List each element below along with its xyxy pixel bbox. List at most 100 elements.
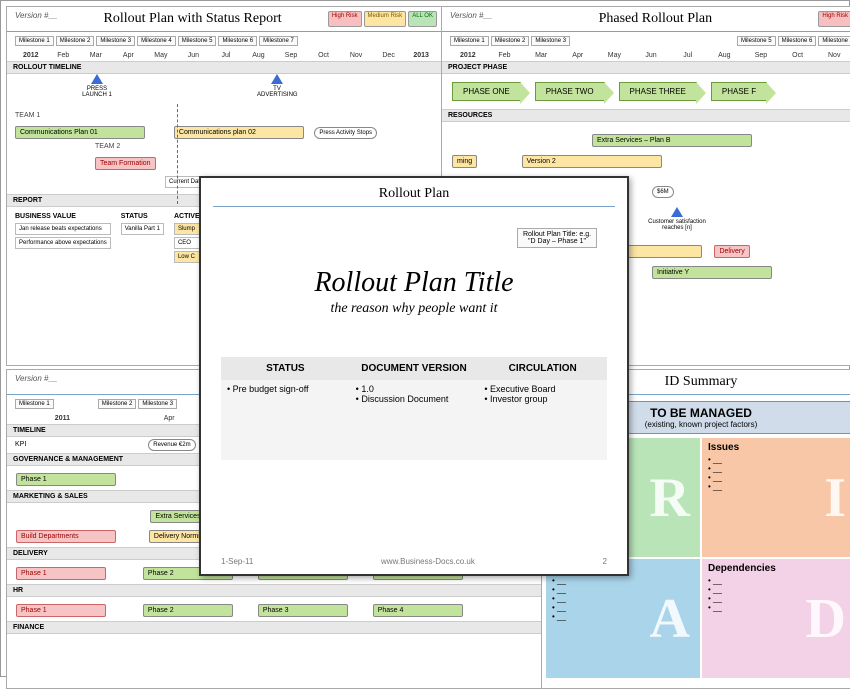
team-label: TEAM 1 bbox=[15, 112, 437, 119]
col-header: STATUS bbox=[121, 213, 164, 220]
month: Sep bbox=[275, 52, 307, 59]
col-active: ACTIVE Slump CEO Low C bbox=[174, 213, 200, 265]
bar-ming: ming bbox=[452, 155, 477, 168]
panel-title: Phased Rollout Plan bbox=[599, 11, 713, 27]
th-version: DOCUMENT VERSION bbox=[350, 357, 479, 380]
bar-communications-1: Communications Plan 01 bbox=[15, 126, 145, 139]
marker-satisfaction: Customer satisfaction reaches [n] bbox=[642, 207, 712, 231]
col-header: ACTIVE bbox=[174, 213, 200, 220]
bar-delivery: Delivery bbox=[714, 245, 749, 258]
month: Oct bbox=[308, 52, 340, 59]
milestone: Milestone 5 bbox=[737, 36, 776, 46]
panel-title: ID Summary bbox=[665, 374, 738, 390]
center-title-slide: Rollout Plan Rollout Plan Title: e.g. "D… bbox=[199, 176, 629, 576]
active-item: Low C bbox=[174, 251, 200, 263]
phase-chevron: PHASE ONE bbox=[452, 82, 521, 101]
marker-label: PRESS LAUNCH 1 bbox=[82, 86, 112, 98]
status-item: Vanilla Part 1 bbox=[121, 223, 164, 235]
milestones: Milestone 1 Milestone 2 Milestone 3 Mile… bbox=[442, 32, 850, 50]
bar-phase: Phase 1 bbox=[16, 473, 116, 486]
milestone: Milestone bbox=[818, 36, 850, 46]
footer-page: 2 bbox=[603, 557, 607, 566]
info-table: STATUS DOCUMENT VERSION CIRCULATION Pre … bbox=[221, 357, 607, 460]
callout-box: Rollout Plan Title: e.g. "D Day – Phase … bbox=[517, 228, 597, 248]
raid-big-letter: R bbox=[650, 466, 690, 530]
month: May bbox=[597, 52, 633, 59]
section-hr: HR bbox=[7, 584, 545, 597]
triangle-icon bbox=[671, 207, 683, 217]
section-phase: PROJECT PHASE bbox=[442, 61, 850, 74]
circ-item: Investor group bbox=[484, 394, 601, 404]
raid-cell-assumptions: Assumptions A __________ bbox=[546, 559, 700, 678]
slide-footer: 1-Sep-11 www.Business-Docs.co.uk 2 bbox=[221, 557, 607, 566]
col-header: BUSINESS VALUE bbox=[15, 213, 111, 220]
year: 2013 bbox=[405, 52, 437, 59]
bar-phase: Phase 1 bbox=[16, 604, 106, 617]
team2-row: Team Formation bbox=[95, 152, 437, 170]
milestone: Milestone 3 bbox=[531, 36, 570, 46]
marker-tv: TV ADVERTISING bbox=[257, 74, 297, 98]
panel-header: Version #__ Rollout Plan with Status Rep… bbox=[7, 7, 445, 32]
raid-big-letter: I bbox=[824, 466, 846, 530]
month: Apr bbox=[113, 52, 145, 59]
milestone: Milestone 3 bbox=[96, 36, 135, 46]
legend-high: High Risk bbox=[328, 11, 362, 27]
raid-cell-dependencies: Dependencies D ________ bbox=[702, 559, 850, 678]
oval-press-stop: Press Activity Stops bbox=[314, 127, 377, 139]
marker-label: TV ADVERTISING bbox=[257, 86, 298, 98]
current-date-line bbox=[177, 104, 178, 204]
milestones: Milestone 1 Milestone 2 Milestone 3 Mile… bbox=[7, 32, 445, 50]
month: Sep bbox=[743, 52, 779, 59]
month: Nov bbox=[816, 52, 850, 59]
month: Mar bbox=[80, 52, 112, 59]
milestone: Milestone 1 bbox=[450, 36, 489, 46]
month: Aug bbox=[243, 52, 275, 59]
panel-title: Rollout Plan with Status Report bbox=[104, 11, 282, 27]
bar-v2: Version 2 bbox=[522, 155, 662, 168]
bar-phase: Phase 4 bbox=[373, 604, 463, 617]
milestone: Milestone 2 bbox=[56, 36, 95, 46]
col-business-value: BUSINESS VALUE Jan release beats expecta… bbox=[15, 213, 111, 265]
raid-item: __ bbox=[708, 455, 850, 464]
year: 2011 bbox=[15, 415, 110, 422]
month: Jun bbox=[633, 52, 669, 59]
bar-phase: Phase 3 bbox=[258, 604, 348, 617]
active-item: CEO bbox=[174, 237, 200, 249]
section-rollout-timeline: ROLLOUT TIMELINE bbox=[7, 61, 445, 74]
month: Apr bbox=[560, 52, 596, 59]
oval-revenue: Revenue €2m bbox=[148, 439, 195, 451]
raid-heading: Issues bbox=[708, 442, 850, 453]
month: Jun bbox=[178, 52, 210, 59]
bar-phase: Phase 1 bbox=[16, 567, 106, 580]
bar-communications-2: Communications plan 02 bbox=[174, 126, 304, 139]
legend-med: Medium Risk bbox=[364, 11, 407, 27]
hr-row: Phase 1 Phase 2 Phase 3 Phase 4 bbox=[7, 597, 545, 621]
table-header: STATUS DOCUMENT VERSION CIRCULATION bbox=[221, 357, 607, 380]
triangle-icon bbox=[91, 74, 103, 84]
version-label: Version #__ bbox=[15, 374, 57, 390]
team1-row: Communications Plan 01 Communications pl… bbox=[15, 121, 437, 139]
milestone: Milestone 3 bbox=[138, 399, 177, 409]
td-circulation: Executive BoardInvestor group bbox=[478, 380, 607, 460]
milestone: Milestone 2 bbox=[98, 399, 137, 409]
month: Jul bbox=[210, 52, 242, 59]
raid-item: __ bbox=[708, 576, 850, 585]
milestone: Milestone 4 bbox=[137, 36, 176, 46]
kpi-label: KPI bbox=[15, 441, 26, 448]
panel-header: Version #__ Phased Rollout Plan High Ris… bbox=[442, 7, 850, 32]
col-status: STATUS Vanilla Part 1 bbox=[121, 213, 164, 265]
milestone: Milestone 5 bbox=[178, 36, 217, 46]
marker-press-launch: PRESS LAUNCH 1 bbox=[77, 74, 117, 98]
triangle-icon bbox=[271, 74, 283, 84]
month: Feb bbox=[48, 52, 80, 59]
section-resources: RESOURCES bbox=[442, 109, 850, 122]
phase-chevron: PHASE F bbox=[711, 82, 767, 101]
raid-cell-issues: Issues I ________ bbox=[702, 438, 850, 557]
month: Mar bbox=[523, 52, 559, 59]
raid-heading: Dependencies bbox=[708, 563, 850, 574]
milestone: Milestone 1 bbox=[15, 399, 54, 409]
section-finance: FINANCE bbox=[7, 621, 545, 634]
month: May bbox=[145, 52, 177, 59]
version-item: 1.0 bbox=[356, 384, 473, 394]
footer-url: www.Business-Docs.co.uk bbox=[381, 557, 475, 566]
